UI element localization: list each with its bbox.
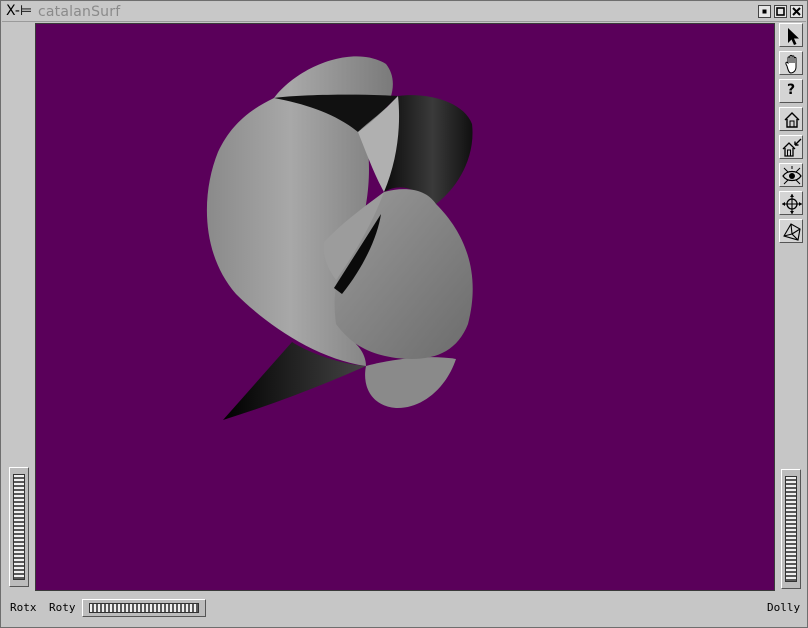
view-tool-button[interactable] [779, 51, 803, 75]
arrow-pointer-icon [788, 28, 799, 45]
select-tool-button[interactable] [779, 23, 803, 47]
set-home-button[interactable] [779, 135, 803, 159]
target-crosshair-icon [782, 194, 802, 214]
examiner-viewer-window: X-⊨ catalanSurf ? Rotx Roty Dolly [0, 0, 808, 628]
question-mark-icon: ? [786, 82, 796, 98]
minimize-button[interactable] [758, 5, 771, 18]
catalan-surface-render [206, 56, 473, 420]
home-icon [784, 112, 800, 128]
window-menu-icon[interactable]: X-⊨ [6, 3, 32, 19]
window-title: catalanSurf [38, 4, 121, 20]
minimize-icon [762, 9, 767, 14]
maximize-icon [776, 7, 785, 16]
view-all-button[interactable] [779, 163, 803, 187]
home-button[interactable] [779, 107, 803, 131]
roty-label: Roty [49, 601, 76, 614]
perspective-button[interactable] [779, 219, 803, 243]
maximize-button[interactable] [774, 5, 787, 18]
seek-button[interactable] [779, 191, 803, 215]
eye-icon [782, 166, 802, 185]
dolly-label: Dolly [767, 601, 801, 614]
rotx-thumbwheel[interactable] [9, 467, 29, 587]
rotx-label: Rotx [10, 601, 37, 614]
title-bar[interactable]: X-⊨ catalanSurf [2, 2, 806, 22]
close-icon [792, 7, 801, 16]
dolly-thumbwheel[interactable] [781, 469, 801, 589]
perspective-cube-icon [783, 223, 801, 241]
roty-thumbwheel[interactable] [82, 599, 206, 617]
close-button[interactable] [790, 5, 803, 18]
render-area[interactable] [35, 23, 775, 591]
help-button[interactable]: ? [779, 79, 803, 103]
set-home-icon [782, 138, 802, 157]
hand-icon [785, 54, 797, 74]
